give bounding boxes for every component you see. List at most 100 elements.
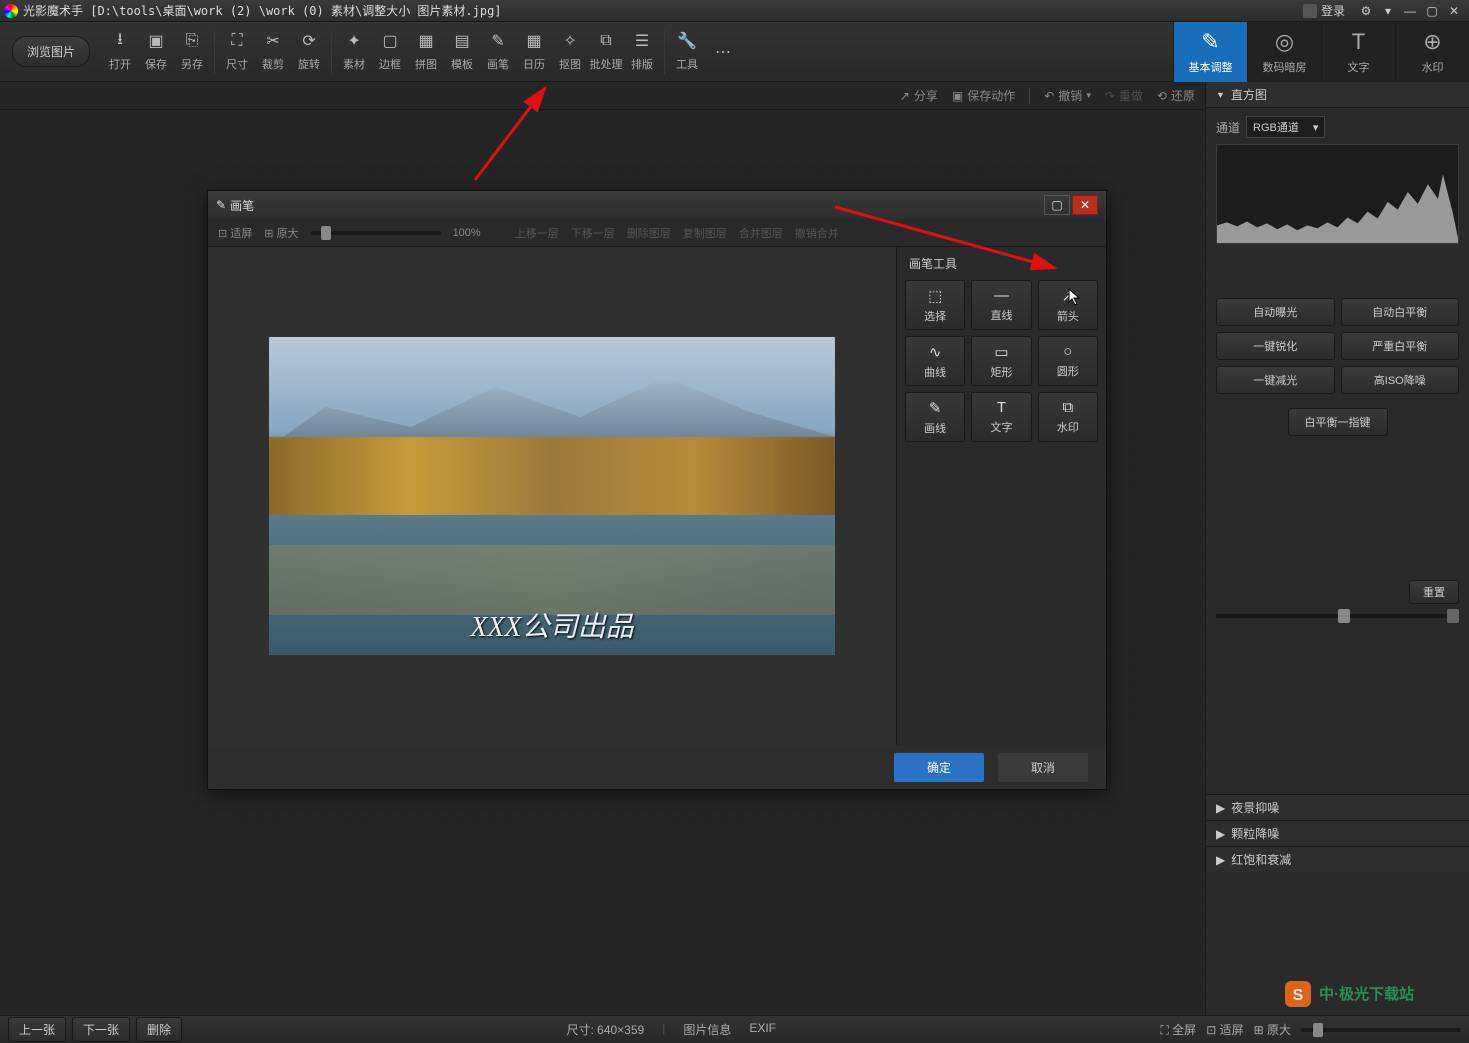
- right-panel: ▼ 直方图 通道 RGB通道▾ 自动曝光自动白平衡一键锐化严重白平衡一键减光高I…: [1205, 82, 1469, 1015]
- brush-dialog: ✎ 画笔 ▢ ✕ ⊡ 适屏 ⊞ 原大 100% 上移一层下移一层删除图层复制图层…: [207, 190, 1107, 790]
- layer-op-0[interactable]: 上移一层: [515, 225, 559, 241]
- tab-basic[interactable]: ✎基本调整: [1173, 22, 1247, 82]
- auto-button-5[interactable]: 高ISO降噪: [1341, 366, 1460, 394]
- browse-images-button[interactable]: 浏览图片: [12, 36, 90, 67]
- brush-tool-curve[interactable]: ∿曲线: [905, 336, 965, 386]
- cursor-icon: [1068, 288, 1082, 306]
- crop-icon: ✂: [263, 31, 283, 51]
- layer-op-1[interactable]: 下移一层: [571, 225, 615, 241]
- dropdown-icon[interactable]: ▾: [1377, 2, 1399, 20]
- app-logo: [4, 4, 18, 18]
- zoom-slider[interactable]: [1301, 1028, 1461, 1032]
- brush-tool-draw[interactable]: ✎画线: [905, 392, 965, 442]
- brush-tool-line[interactable]: —直线: [971, 280, 1031, 330]
- toolbar-save[interactable]: ▣保存: [138, 31, 174, 72]
- brush-tool-wmark[interactable]: ⧉水印: [1038, 392, 1098, 442]
- toolbar-puzzle[interactable]: ▦拼图: [408, 31, 444, 72]
- auto-button-0[interactable]: 自动曝光: [1216, 298, 1335, 326]
- toolbar-batch[interactable]: ⧉批处理: [588, 31, 624, 72]
- histogram-chart: [1216, 144, 1459, 244]
- dialog-close-button[interactable]: ✕: [1072, 195, 1098, 215]
- delete-button[interactable]: 删除: [136, 1017, 182, 1042]
- toolbar-material[interactable]: ✦素材: [336, 31, 372, 72]
- toolbar-layout[interactable]: ☰排版: [624, 31, 660, 72]
- toolbar-size[interactable]: ⛶尺寸: [219, 31, 255, 72]
- dialog-canvas[interactable]: XXX公司出品: [208, 247, 896, 745]
- prev-image-button[interactable]: 上一张: [8, 1017, 66, 1042]
- select-icon: ⬚: [928, 287, 942, 305]
- brush-tool-rect[interactable]: ▭矩形: [971, 336, 1031, 386]
- close-button[interactable]: ✕: [1443, 2, 1465, 20]
- layer-op-2[interactable]: 删除图层: [627, 225, 671, 241]
- channel-dropdown[interactable]: RGB通道▾: [1246, 116, 1325, 138]
- toolbar-cutout[interactable]: ✧抠图: [552, 31, 588, 72]
- toolbar-open[interactable]: ⭳打开: [102, 31, 138, 72]
- adjust-slider[interactable]: [1216, 614, 1459, 618]
- brush-tool-circle[interactable]: ○圆形: [1038, 336, 1098, 386]
- toolbar-rotate[interactable]: ⟳旋转: [291, 31, 327, 72]
- dlg-orig-button[interactable]: ⊞ 原大: [264, 225, 298, 241]
- dlg-fit-button[interactable]: ⊡ 适屏: [218, 225, 252, 241]
- share-button[interactable]: ↗分享: [900, 87, 938, 104]
- cancel-button[interactable]: 取消: [998, 753, 1088, 782]
- open-icon: ⭳: [110, 31, 130, 51]
- auto-button-2[interactable]: 一键锐化: [1216, 332, 1335, 360]
- brush-tool-select[interactable]: ⬚选择: [905, 280, 965, 330]
- avatar-icon: [1303, 4, 1317, 18]
- brush-icon: ✎: [488, 31, 508, 51]
- minimize-button[interactable]: —: [1399, 2, 1421, 20]
- image-watermark-text: XXX公司出品: [269, 605, 835, 645]
- orig-button[interactable]: ⊞ 原大: [1254, 1021, 1291, 1038]
- action-bar: ↗分享 ▣保存动作 ↶撤销▾ ↷重做 ⟲还原: [0, 82, 1205, 110]
- fit-button[interactable]: ⊡ 适屏: [1206, 1021, 1243, 1038]
- reset-button[interactable]: 重置: [1409, 580, 1459, 604]
- fullscreen-button[interactable]: ⛶ 全屏: [1160, 1021, 1196, 1038]
- dialog-maximize-button[interactable]: ▢: [1044, 195, 1070, 215]
- wb-onekey-button[interactable]: 白平衡一指键: [1288, 408, 1388, 436]
- ok-button[interactable]: 确定: [894, 753, 984, 782]
- histogram-header[interactable]: ▼ 直方图: [1206, 82, 1469, 108]
- toolbar-saveas[interactable]: ⎘另存: [174, 31, 210, 72]
- toolbar-calendar[interactable]: ▦日历: [516, 31, 552, 72]
- toolbar-brush[interactable]: ✎画笔: [480, 31, 516, 72]
- accordion-0[interactable]: ▶夜景抑噪: [1206, 794, 1469, 820]
- layer-op-3[interactable]: 复制图层: [683, 225, 727, 241]
- accordion-2[interactable]: ▶红饱和衰减: [1206, 846, 1469, 872]
- frame-icon: ▢: [380, 31, 400, 51]
- tools-icon: 🔧: [677, 31, 697, 51]
- channel-label: 通道: [1216, 119, 1240, 136]
- titlebar: 光影魔术手 [D:\tools\桌面\work (2) \work (0) 素材…: [0, 0, 1469, 22]
- auto-button-4[interactable]: 一键减光: [1216, 366, 1335, 394]
- auto-button-1[interactable]: 自动白平衡: [1341, 298, 1460, 326]
- toolbar-crop[interactable]: ✂裁剪: [255, 31, 291, 72]
- exif-button[interactable]: EXIF: [749, 1021, 776, 1038]
- brush-tools-panel: 画笔工具 ⬚选择—直线↗箭头∿曲线▭矩形○圆形✎画线T文字⧉水印: [896, 247, 1106, 745]
- tab-darkroom[interactable]: ◎数码暗房: [1247, 22, 1321, 82]
- next-image-button[interactable]: 下一张: [72, 1017, 130, 1042]
- corner-watermark: S 中·极光下载站: [1285, 977, 1465, 1013]
- save-action-button[interactable]: ▣保存动作: [952, 87, 1015, 104]
- redo-button[interactable]: ↷重做: [1105, 87, 1143, 104]
- login-button[interactable]: 登录: [1303, 2, 1345, 19]
- brush-tool-text[interactable]: T文字: [971, 392, 1031, 442]
- tab-text[interactable]: T文字: [1321, 22, 1395, 82]
- toolbar-more[interactable]: ⋯: [705, 42, 741, 62]
- layout-icon: ☰: [632, 31, 652, 51]
- undo-button[interactable]: ↶撤销▾: [1044, 87, 1091, 104]
- watermark-icon: ⊕: [1423, 29, 1441, 55]
- toolbar-frame[interactable]: ▢边框: [372, 31, 408, 72]
- accordion-1[interactable]: ▶颗粒降噪: [1206, 820, 1469, 846]
- size-icon: ⛶: [227, 31, 247, 51]
- toolbar-tools[interactable]: 🔧工具: [669, 31, 705, 72]
- maximize-button[interactable]: ▢: [1421, 2, 1443, 20]
- menu-icon[interactable]: ⚙: [1355, 2, 1377, 20]
- batch-icon: ⧉: [596, 31, 616, 51]
- restore-button[interactable]: ⟲还原: [1157, 87, 1195, 104]
- toolbar-template[interactable]: ▤模板: [444, 31, 480, 72]
- layer-op-5[interactable]: 撤销合并: [795, 225, 839, 241]
- dlg-zoom-slider[interactable]: [311, 231, 441, 235]
- image-info-button[interactable]: 图片信息: [683, 1021, 731, 1038]
- auto-button-3[interactable]: 严重白平衡: [1341, 332, 1460, 360]
- tab-watermark[interactable]: ⊕水印: [1395, 22, 1469, 82]
- layer-op-4[interactable]: 合并图层: [739, 225, 783, 241]
